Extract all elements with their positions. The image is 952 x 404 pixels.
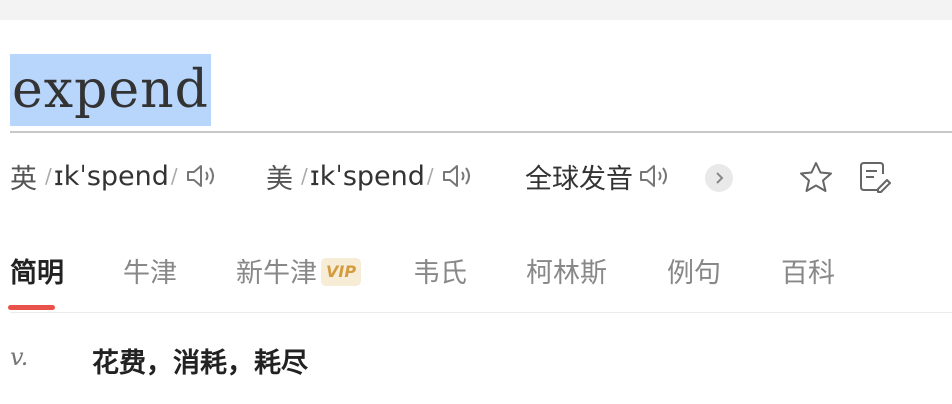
more-pronunciations-button[interactable]	[705, 164, 733, 192]
speaker-icon[interactable]	[184, 161, 220, 191]
pronunciation-row: 英 / ɪkˈspend / 美 / ɪkˈspend / 全球发音	[10, 150, 952, 202]
speaker-icon[interactable]	[440, 161, 476, 191]
tab-new-oxford-label: 新牛津	[236, 258, 317, 289]
top-bar	[0, 0, 952, 20]
headword-container: expend	[10, 54, 211, 126]
partially-visible-row	[0, 395, 952, 404]
pronunciation-uk-ipa: ɪkˈspend	[53, 160, 169, 192]
definition-text[interactable]: 花费，消耗，耗尽	[92, 341, 308, 380]
tab-collins[interactable]: 柯林斯	[526, 245, 607, 303]
headword[interactable]: expend	[10, 54, 211, 126]
pronunciation-us-ipa: ɪkˈspend	[309, 160, 425, 192]
star-icon[interactable]	[796, 160, 836, 194]
part-of-speech: v.	[10, 343, 29, 371]
dictionary-tabs: 简明 牛津 新牛津 VIP 韦氏 柯林斯 例句 百科	[10, 245, 952, 305]
slash: /	[301, 164, 308, 188]
slash: /	[426, 164, 434, 188]
pronunciation-us-label: 美	[266, 163, 293, 195]
slash: /	[170, 164, 178, 188]
tab-oxford[interactable]: 牛津	[123, 245, 177, 303]
active-tab-indicator	[8, 305, 55, 310]
note-edit-icon[interactable]	[856, 160, 892, 194]
speaker-icon[interactable]	[637, 161, 673, 191]
chevron-right-icon	[716, 172, 724, 184]
tab-concise[interactable]: 简明	[10, 245, 64, 303]
global-pronunciation[interactable]: 全球发音	[525, 150, 673, 202]
tab-new-oxford[interactable]: 新牛津 VIP	[236, 245, 362, 303]
tab-examples[interactable]: 例句	[667, 245, 721, 303]
slash: /	[45, 164, 52, 188]
tabs-divider	[10, 312, 952, 313]
headword-divider	[10, 131, 952, 133]
tab-webster[interactable]: 韦氏	[413, 245, 467, 303]
global-pronunciation-label: 全球发音	[525, 163, 633, 195]
definition-row: v. 花费，消耗，耗尽	[10, 335, 952, 385]
pronunciation-uk-label: 英	[10, 163, 37, 195]
vip-badge: VIP	[321, 257, 362, 286]
pronunciation-uk[interactable]: 英 / ɪkˈspend /	[10, 150, 220, 202]
tab-encyclopedia[interactable]: 百科	[781, 245, 835, 303]
pronunciation-us[interactable]: 美 / ɪkˈspend /	[266, 150, 476, 202]
